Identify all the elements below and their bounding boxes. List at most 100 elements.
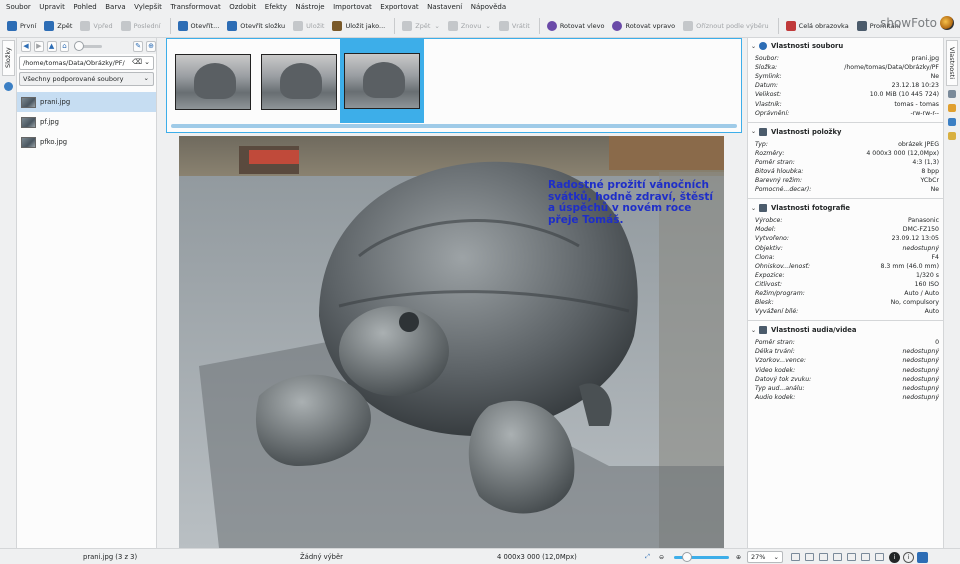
list-item[interactable]: pf.jpg <box>17 112 156 132</box>
bookmark-icon[interactable]: ⊕ <box>146 40 156 52</box>
open-folder-button[interactable]: Otevřít složku <box>224 16 288 36</box>
zoom-slider[interactable] <box>674 551 729 562</box>
back-button[interactable]: Zpět <box>41 16 75 36</box>
file-filter-select[interactable]: Všechny podporované soubory ⌄ <box>19 72 154 86</box>
menu-view[interactable]: Pohled <box>73 3 96 11</box>
greeting-overlay-text: Radostné prožití vánočních svátků, hodně… <box>548 179 713 226</box>
layout-icon[interactable] <box>819 553 828 561</box>
menu-file[interactable]: Soubor <box>6 3 31 11</box>
open-button[interactable]: Otevřít... <box>175 16 223 36</box>
crop-button[interactable]: Oříznout podle výběru <box>680 16 772 36</box>
zoom-in-icon[interactable]: ⊕ <box>733 552 744 563</box>
zoom-out-icon[interactable]: ⊖ <box>656 552 667 563</box>
chevron-down-icon: ⌄ <box>751 204 757 212</box>
redo-button[interactable]: Znovu ⌄ <box>445 16 494 36</box>
layout-icon[interactable] <box>847 553 856 561</box>
tab-properties[interactable]: Vlastnosti <box>946 40 958 86</box>
menu-color[interactable]: Barva <box>105 3 125 11</box>
menu-enhance[interactable]: Vylepšit <box>134 3 162 11</box>
property-row: Délka trvání: nedostupný <box>755 348 939 356</box>
fit-to-window-icon[interactable]: ⤢ <box>642 552 653 563</box>
revert-button[interactable]: Vrátit <box>496 16 533 36</box>
labels-tab-icon[interactable] <box>4 82 13 91</box>
save-icon <box>293 20 304 31</box>
main-view: Radostné prožití vánočních svátků, hodně… <box>157 38 747 548</box>
section-header[interactable]: ⌄ Vlastnosti položky <box>751 124 939 140</box>
menu-tools[interactable]: Nástroje <box>295 3 324 11</box>
film-icon <box>759 326 767 335</box>
section-header[interactable]: ⌄ Vlastnosti fotografie <box>751 200 939 216</box>
last-button[interactable]: Poslední <box>118 16 164 36</box>
file-list: prani.jpg pf.jpg pfko.jpg <box>17 92 156 152</box>
image-canvas[interactable]: Radostné prožití vánočních svátků, hodně… <box>179 136 724 548</box>
thumbnail-item[interactable] <box>171 41 255 123</box>
nav-forward-icon[interactable]: ▶ <box>33 40 44 52</box>
thumbnail-item-selected[interactable] <box>340 39 424 123</box>
av-properties-section: ⌄ Vlastnosti audia/videa Poměr stran: 0 Dé… <box>751 322 939 402</box>
info-icon[interactable]: i <box>889 551 900 563</box>
colors-tab-icon[interactable] <box>948 104 956 112</box>
wrench-icon[interactable]: ✎ <box>133 40 144 52</box>
zoom-select[interactable]: 27% ⌄ <box>747 551 783 563</box>
menu-help[interactable]: Nápověda <box>471 3 506 11</box>
save-as-button[interactable]: Uložit jako... <box>329 16 388 36</box>
property-row: Typ aud...análu: nedostupný <box>755 384 939 392</box>
path-field[interactable]: /home/tomas/Data/Obrázky/PF/⌫ ⌄ <box>19 56 154 70</box>
slider-handle[interactable] <box>682 551 692 562</box>
status-selection: Žádný výběr <box>300 552 343 561</box>
right-sidebar-tabs: Vlastnosti <box>944 38 960 548</box>
crop-icon <box>683 20 694 31</box>
thumbnail-item[interactable] <box>257 41 341 123</box>
metadata-tab-icon[interactable] <box>948 90 956 98</box>
thumbnail-size-slider[interactable] <box>74 40 103 51</box>
property-row: Vyvážení bílé: Auto <box>755 308 939 316</box>
geolocation-tab-icon[interactable] <box>948 118 956 126</box>
nav-up-icon[interactable]: ▲ <box>46 40 57 52</box>
chevron-down-icon: ⌄ <box>143 74 149 82</box>
menu-transform[interactable]: Transformovat <box>170 3 220 11</box>
menu-settings[interactable]: Nastavení <box>427 3 462 11</box>
property-row: Pomocné...decar): Ne <box>755 186 939 194</box>
layout-icon[interactable] <box>833 553 842 561</box>
folder-icon <box>227 20 238 31</box>
layout-icon[interactable] <box>805 553 814 561</box>
about-icon[interactable]: i <box>903 551 914 563</box>
menu-edit[interactable]: Upravit <box>39 3 65 11</box>
menu-effects[interactable]: Efekty <box>265 3 287 11</box>
slider-handle[interactable] <box>74 40 85 51</box>
home-icon[interactable]: ⌂ <box>59 40 70 52</box>
first-button[interactable]: První <box>4 16 39 36</box>
save-button[interactable]: Uložit <box>290 16 327 36</box>
file-thumbnail <box>21 96 36 108</box>
tab-folders[interactable]: Složky <box>2 40 15 76</box>
rotate-left-button[interactable]: Rotovat vlevo <box>544 16 608 36</box>
section-header[interactable]: ⌄ Vlastnosti souboru <box>751 38 939 54</box>
layout-icon[interactable] <box>875 553 884 561</box>
fullscreen-button[interactable]: Celá obrazovka <box>783 16 852 36</box>
nav-back-icon[interactable]: ◀ <box>21 40 31 52</box>
main-toolbar: První Zpět Vpřed Poslední Otevřít... Ote… <box>0 14 960 38</box>
forward-button[interactable]: Vpřed <box>77 16 115 36</box>
menu-export[interactable]: Exportovat <box>380 3 418 11</box>
list-item[interactable]: prani.jpg <box>17 92 156 112</box>
caption-tab-icon[interactable] <box>948 132 956 140</box>
menu-import[interactable]: Importovat <box>333 3 372 11</box>
list-item[interactable]: pfko.jpg <box>17 132 156 152</box>
clear-path-icon[interactable]: ⌫ ⌄ <box>132 58 150 66</box>
undo-button[interactable]: Zpět ⌄ <box>399 16 443 36</box>
property-row: Soubor: prani.jpg <box>755 55 939 63</box>
arrow-right-icon <box>80 20 91 31</box>
layout-icon[interactable] <box>861 553 870 561</box>
thumbnail-image <box>261 54 337 110</box>
menu-decorate[interactable]: Ozdobit <box>229 3 256 11</box>
open-file-icon <box>177 20 188 31</box>
layout-icon[interactable] <box>791 553 800 561</box>
sidebar-toggle-icon[interactable] <box>917 551 928 563</box>
thumbnail-scrollbar[interactable] <box>171 124 737 128</box>
property-row: Oprávnění: -rw-rw-r-- <box>755 109 939 117</box>
toolbar-separator <box>777 17 779 34</box>
rotate-right-button[interactable]: Rotovat vpravo <box>609 16 678 36</box>
property-row: Ohniskov...lenosť: 8.3 mm (46.0 mm) <box>755 262 939 270</box>
property-row: Datum: 23.12.18 10:23 <box>755 82 939 90</box>
section-header[interactable]: ⌄ Vlastnosti audia/videa <box>751 322 939 338</box>
